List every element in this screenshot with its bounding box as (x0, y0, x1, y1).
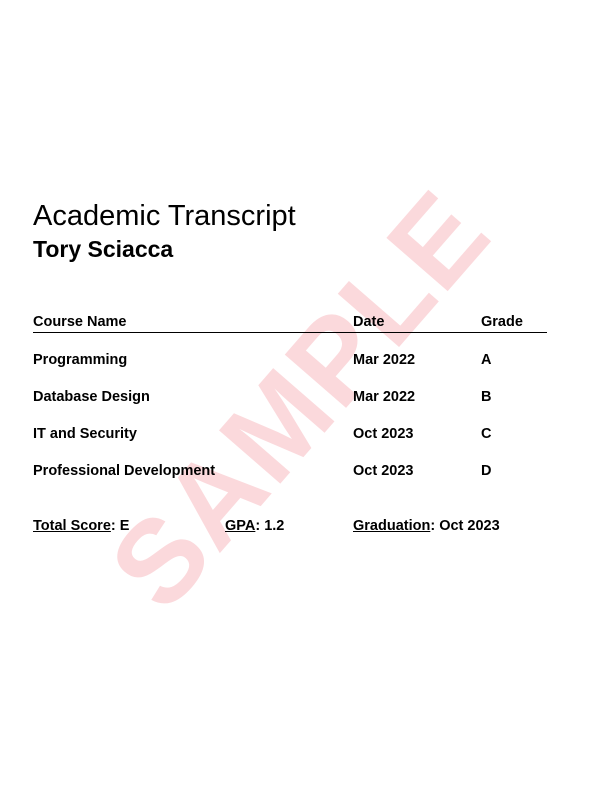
date-cell: Oct 2023 (353, 463, 414, 479)
gpa-label: GPA (225, 518, 256, 534)
course-name-cell: Programming (33, 352, 128, 368)
total-score: Total Score: E (33, 517, 129, 535)
gpa: GPA: 1.2 (225, 517, 284, 535)
total-score-label: Total Score (33, 518, 111, 534)
header-grade: Grade (481, 314, 523, 330)
table-row: IT and Security Oct 2023 C (33, 425, 547, 445)
course-name-cell: IT and Security (33, 426, 137, 442)
course-name-cell: Professional Development (33, 463, 216, 479)
graduation-value: : Oct 2023 (430, 518, 500, 534)
grade-cell: A (481, 352, 492, 368)
header-date: Date (353, 314, 385, 330)
graduation: Graduation: Oct 2023 (353, 517, 500, 535)
date-cell: Mar 2022 (353, 389, 416, 405)
date-cell: Oct 2023 (353, 426, 414, 442)
table-row: Professional Development Oct 2023 D (33, 462, 547, 482)
total-score-value: : E (110, 518, 130, 534)
table-row: Database Design Mar 2022 B (33, 388, 547, 408)
table-header: Course Name Date Grade (33, 314, 547, 333)
grade-cell: D (481, 463, 492, 479)
graduation-label: Graduation (353, 518, 431, 534)
header-course-name: Course Name (33, 314, 127, 330)
table-row: Programming Mar 2022 A (33, 351, 547, 371)
grade-cell: B (481, 389, 492, 405)
date-cell: Mar 2022 (353, 352, 416, 368)
document-title: Academic Transcript (33, 200, 296, 232)
grade-cell: C (481, 426, 492, 442)
gpa-value: : 1.2 (255, 518, 285, 534)
student-name: Tory Sciacca (33, 236, 174, 262)
course-name-cell: Database Design (33, 389, 150, 405)
transcript-page: Academic Transcript Tory Sciacca Course … (0, 0, 600, 800)
